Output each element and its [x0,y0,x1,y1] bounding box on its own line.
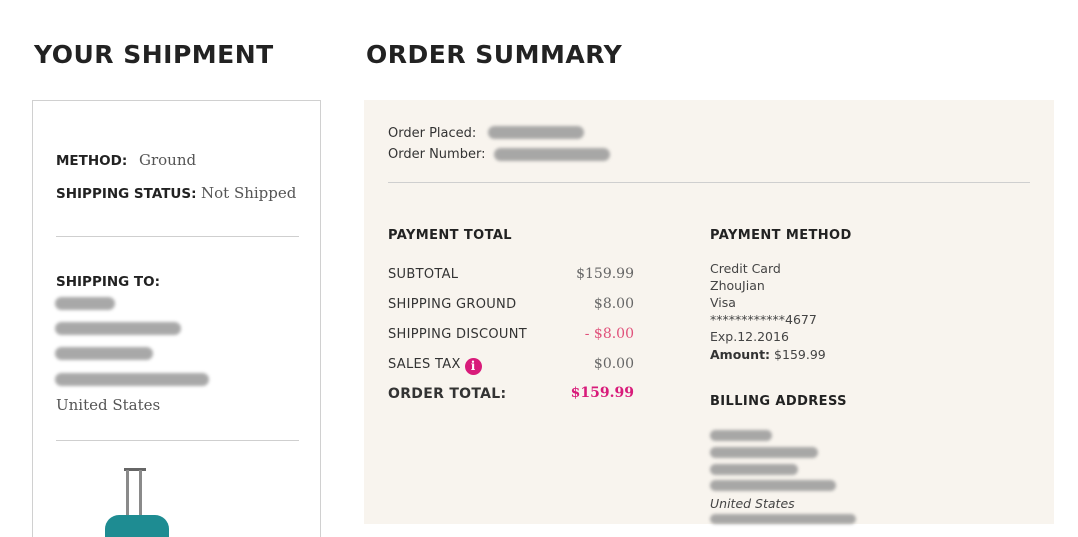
method-value: Ground [139,151,197,169]
sales-tax-amount: $0.00 [593,356,634,372]
info-icon[interactable]: i [464,358,482,375]
divider [56,236,299,237]
order-total-label: ORDER TOTAL: [388,386,507,402]
billing-country: United States [710,496,795,511]
method-label: METHOD: [56,153,128,169]
shipping-country: United States [56,396,161,414]
order-summary-panel: Order Placed: Order Number: PAYMENT TOTA… [364,100,1054,524]
shipping-status-label: SHIPPING STATUS: [56,186,197,202]
amount-value: $159.99 [774,347,826,362]
redacted-city [55,373,209,386]
divider [388,182,1030,183]
shipment-heading: YOUR SHIPMENT [34,40,274,69]
order-placed-label: Order Placed: [388,126,477,141]
shipping-ground-amount: $8.00 [593,296,634,312]
sales-tax-row: SALES TAX i [388,357,482,375]
shipping-ground-label: SHIPPING GROUND [388,297,517,312]
payment-amount: Amount: $159.99 [710,347,826,362]
redacted-order-number [494,148,610,161]
redacted-order-date [488,126,584,139]
billing-address-title: BILLING ADDRESS [710,394,847,409]
card-number: ************4677 [710,312,817,327]
shipping-status-value: Not Shipped [201,184,297,202]
redacted-billing-apt [710,464,798,475]
card-expiry: Exp.12.2016 [710,329,789,344]
amount-label: Amount: [710,347,771,362]
divider [56,440,299,441]
sales-tax-label: SALES TAX [388,357,461,372]
redacted-billing-street [710,447,818,458]
card-brand: Visa [710,295,736,310]
order-total-amount: $159.99 [570,385,634,401]
shipment-panel: METHOD: Ground SHIPPING STATUS: Not Ship… [32,100,321,537]
shipping-discount-amount: - $8.00 [584,326,634,342]
subtotal-label: SUBTOTAL [388,267,459,282]
redacted-billing-city [710,480,836,491]
payment-method-title: PAYMENT METHOD [710,228,852,243]
redacted-billing-phone [710,514,856,524]
subtotal-amount: $159.99 [576,266,634,282]
order-summary-heading: ORDER SUMMARY [366,40,623,69]
shipping-to-label: SHIPPING TO: [56,274,161,290]
redacted-billing-name [710,430,772,441]
redacted-name [55,297,115,310]
order-number-label: Order Number: [388,147,486,162]
redacted-street [55,322,181,335]
payment-total-title: PAYMENT TOTAL [388,228,512,243]
shipping-discount-label: SHIPPING DISCOUNT [388,327,527,342]
payment-type: Credit Card [710,261,781,276]
cardholder-name: ZhouJian [710,278,765,293]
redacted-apt [55,347,153,360]
